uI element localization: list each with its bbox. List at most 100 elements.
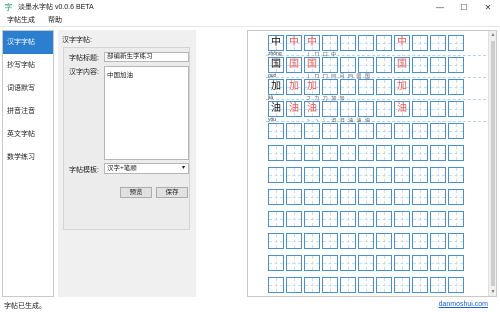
practice-cell xyxy=(340,145,356,161)
content-label: 汉字内容: xyxy=(69,69,99,76)
practice-cell: 国 xyxy=(268,57,284,73)
sidebar-item-dictation[interactable]: 词语默写 xyxy=(3,77,53,100)
menu-generate[interactable]: 字帖生成 xyxy=(0,15,41,25)
status-bar: 字帖已生成。 danmoshui.com xyxy=(0,299,500,312)
practice-cell xyxy=(376,101,392,117)
practice-cell xyxy=(448,145,464,161)
practice-cell xyxy=(394,123,410,139)
practice-cell xyxy=(358,277,374,293)
practice-cell xyxy=(358,101,374,117)
practice-cell: 油 xyxy=(268,101,284,117)
practice-cell xyxy=(394,277,410,293)
practice-cell: 国 xyxy=(304,57,320,73)
practice-cell xyxy=(322,35,338,51)
vertical-scrollbar[interactable]: ▲ ▼ xyxy=(488,31,496,296)
content-textarea[interactable]: 中国加油 xyxy=(104,66,189,160)
practice-cell xyxy=(340,123,356,139)
practice-cell xyxy=(412,255,428,271)
practice-cell: 中 xyxy=(394,35,410,51)
practice-cell xyxy=(322,79,338,95)
preview-button[interactable]: 预览 xyxy=(120,187,152,198)
menu-divider xyxy=(0,26,500,27)
scroll-down-arrow-icon[interactable]: ▼ xyxy=(489,288,496,296)
menu-bar: 字帖生成 帮助 xyxy=(0,14,500,26)
practice-cell xyxy=(430,211,446,227)
practice-cell xyxy=(340,101,356,117)
trace-character: 国 xyxy=(307,59,317,70)
model-character: 加 xyxy=(271,81,281,92)
window-title: 淡墨水字帖 v0.0.6 BETA xyxy=(18,4,94,11)
practice-cell xyxy=(448,35,464,51)
trace-character: 油 xyxy=(397,103,407,114)
practice-cell xyxy=(268,233,284,249)
practice-cell xyxy=(430,189,446,205)
scroll-up-arrow-icon[interactable]: ▲ xyxy=(489,31,496,39)
practice-cell xyxy=(322,189,338,205)
practice-cell xyxy=(286,189,302,205)
practice-cell xyxy=(340,167,356,183)
practice-cell xyxy=(304,255,320,271)
practice-cell: 加 xyxy=(394,79,410,95)
practice-cell xyxy=(286,123,302,139)
practice-cell xyxy=(268,255,284,271)
practice-cell xyxy=(412,123,428,139)
menu-help[interactable]: 帮助 xyxy=(41,15,68,25)
practice-cell xyxy=(448,101,464,117)
sidebar-item-copy[interactable]: 抄写字帖 xyxy=(3,54,53,77)
practice-cell xyxy=(340,255,356,271)
practice-cell xyxy=(376,277,392,293)
close-button[interactable]: ✕ xyxy=(476,0,500,14)
practice-cell xyxy=(412,167,428,183)
practice-cell xyxy=(448,255,464,271)
sidebar-item-math[interactable]: 数学练习 xyxy=(3,146,53,169)
practice-cell: 油 xyxy=(304,101,320,117)
maximize-button[interactable]: ☐ xyxy=(452,0,476,14)
scroll-thumb[interactable] xyxy=(491,41,495,286)
sidebar-item-english[interactable]: 英文字帖 xyxy=(3,123,53,146)
practice-cell xyxy=(412,189,428,205)
save-button[interactable]: 保存 xyxy=(156,187,188,198)
sidebar-item-hanzi[interactable]: 汉字字帖 xyxy=(3,31,53,54)
practice-cell xyxy=(286,233,302,249)
trace-character: 中 xyxy=(397,37,407,48)
practice-cell xyxy=(286,211,302,227)
practice-cell xyxy=(340,35,356,51)
practice-cell: 加 xyxy=(286,79,302,95)
practice-cell xyxy=(358,145,374,161)
practice-cell xyxy=(358,35,374,51)
practice-cell xyxy=(322,277,338,293)
practice-cell xyxy=(448,123,464,139)
title-input[interactable]: 部编新生字练习 xyxy=(104,52,189,62)
trace-character: 油 xyxy=(307,103,317,114)
practice-cell xyxy=(376,255,392,271)
practice-cell: 中 xyxy=(304,35,320,51)
practice-cell: 国 xyxy=(286,57,302,73)
sidebar: 汉字字帖 抄写字帖 词语默写 拼音注音 英文字帖 数学练习 xyxy=(2,30,54,297)
trace-character: 国 xyxy=(397,59,407,70)
practice-cell xyxy=(358,167,374,183)
sidebar-item-pinyin[interactable]: 拼音注音 xyxy=(3,100,53,123)
practice-cell xyxy=(430,145,446,161)
trace-character: 加 xyxy=(397,81,407,92)
practice-cell xyxy=(268,145,284,161)
practice-cell xyxy=(322,123,338,139)
practice-cell xyxy=(430,57,446,73)
practice-cell xyxy=(448,277,464,293)
practice-cell xyxy=(340,211,356,227)
practice-cell xyxy=(430,233,446,249)
template-select[interactable]: 汉字+笔顺 ▾ xyxy=(104,163,189,174)
practice-cell xyxy=(304,167,320,183)
practice-cell xyxy=(340,189,356,205)
practice-cell xyxy=(376,35,392,51)
practice-cell: 加 xyxy=(304,79,320,95)
website-link[interactable]: danmoshui.com xyxy=(439,301,488,308)
practice-cell xyxy=(376,211,392,227)
practice-cell xyxy=(304,145,320,161)
practice-cell xyxy=(268,277,284,293)
practice-cell xyxy=(394,167,410,183)
practice-cell xyxy=(448,57,464,73)
practice-cell xyxy=(412,277,428,293)
practice-cell xyxy=(358,233,374,249)
preview-pane[interactable]: 中中中中 zhōng 丨 ㄇ 口 中国国国国 guó 丨 ㄇ 冂 冃 月 冃 国 国加加… xyxy=(247,30,497,297)
minimize-button[interactable]: — xyxy=(428,0,452,14)
